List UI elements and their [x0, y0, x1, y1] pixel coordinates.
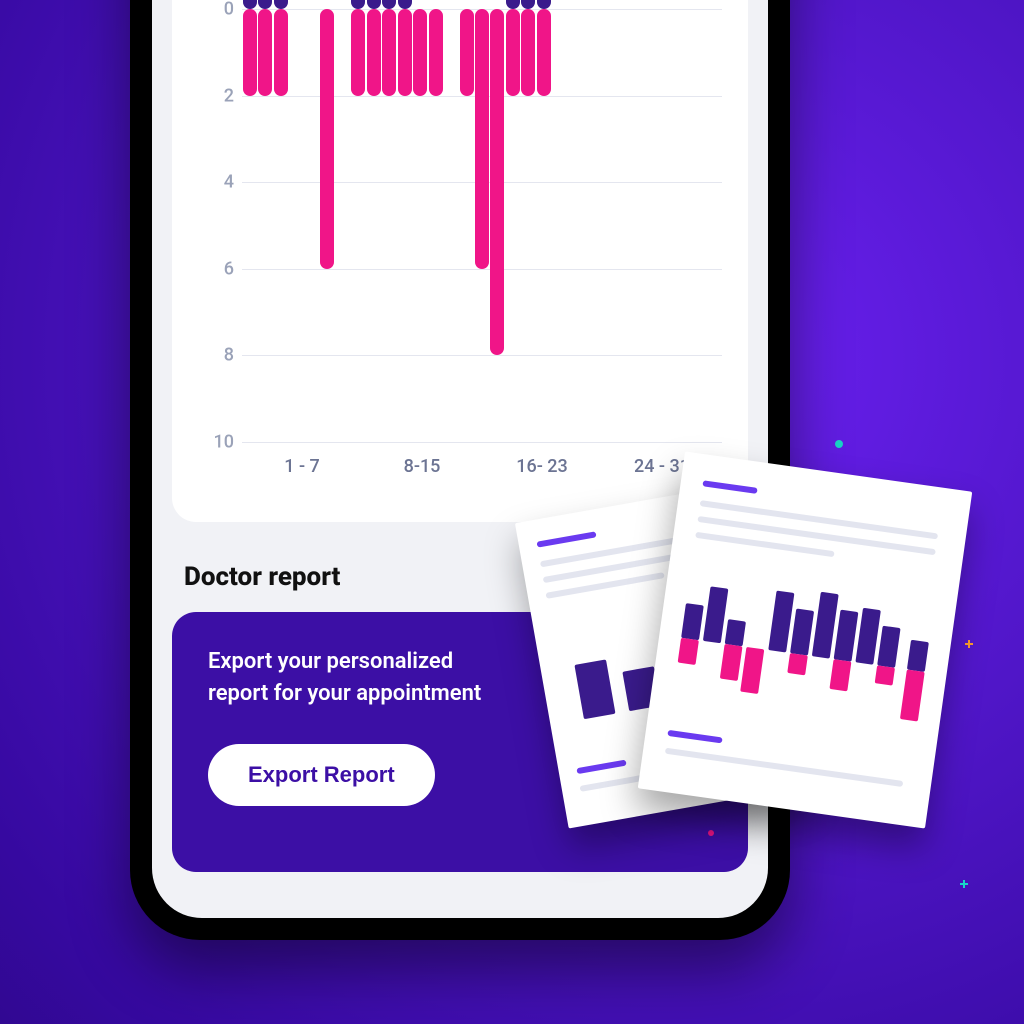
chart-bar-negative: [398, 9, 412, 96]
chart-x-axis: 1 - 78-1516- 2324 - 31: [242, 456, 722, 477]
mini-diverging-chart: [672, 573, 934, 736]
export-report-button[interactable]: Export Report: [208, 744, 435, 806]
chart-bar-negative: [351, 9, 365, 96]
chart-bar-negative: [274, 9, 288, 96]
chart-bar-negative: [506, 9, 520, 96]
chart-bar-positive: [506, 0, 520, 9]
chart-y-tick: 6: [198, 258, 234, 279]
doctor-report-heading: Doctor report: [184, 562, 340, 592]
chart-bar-positive: [521, 0, 535, 9]
export-report-description: Export your personalized report for your…: [208, 646, 568, 710]
chart-y-tick: 8: [198, 345, 234, 366]
chart-bar-negative: [429, 9, 443, 96]
chart-bar-negative: [382, 9, 396, 96]
chart-bar-positive: [351, 0, 365, 9]
sparkle-icon: [960, 880, 968, 888]
chart-bar-positive: [367, 0, 381, 9]
chart-bar-positive: [243, 0, 257, 9]
sparkle-icon: [835, 440, 843, 448]
export-report-line2: report for your appointment: [208, 681, 481, 706]
symptom-chart-card: 6420246810 1 - 78-1516- 2324 - 31: [172, 0, 748, 522]
chart-x-tick: 8-15: [362, 456, 482, 477]
report-sheet-preview: [638, 451, 972, 828]
symptom-chart: 6420246810: [242, 0, 722, 442]
mini-chart-bar: [574, 659, 615, 719]
chart-bar-negative: [258, 9, 272, 96]
chart-bar-positive: [258, 0, 272, 9]
chart-x-tick: 1 - 7: [242, 456, 362, 477]
export-report-line1: Export your personalized: [208, 649, 453, 674]
chart-bar-negative: [460, 9, 474, 96]
chart-bar-negative: [475, 9, 489, 269]
chart-bar-negative: [367, 9, 381, 96]
chart-bar-positive: [398, 0, 412, 9]
chart-y-tick: 4: [198, 172, 234, 193]
chart-bar-negative: [521, 9, 535, 96]
chart-bar-positive: [382, 0, 396, 9]
chart-bar-negative: [413, 9, 427, 96]
chart-bar-negative: [490, 9, 504, 355]
chart-bar-negative: [537, 9, 551, 96]
chart-bar-negative: [320, 9, 334, 269]
chart-bar-positive: [274, 0, 288, 9]
chart-x-tick: 16- 23: [482, 456, 602, 477]
chart-y-tick: 2: [198, 85, 234, 106]
sparkle-icon: [965, 640, 973, 648]
chart-bar-positive: [537, 0, 551, 9]
chart-y-tick: 10: [198, 432, 234, 453]
sparkle-icon: [708, 830, 714, 836]
chart-y-tick: 0: [198, 0, 234, 19]
chart-bar-negative: [243, 9, 257, 96]
